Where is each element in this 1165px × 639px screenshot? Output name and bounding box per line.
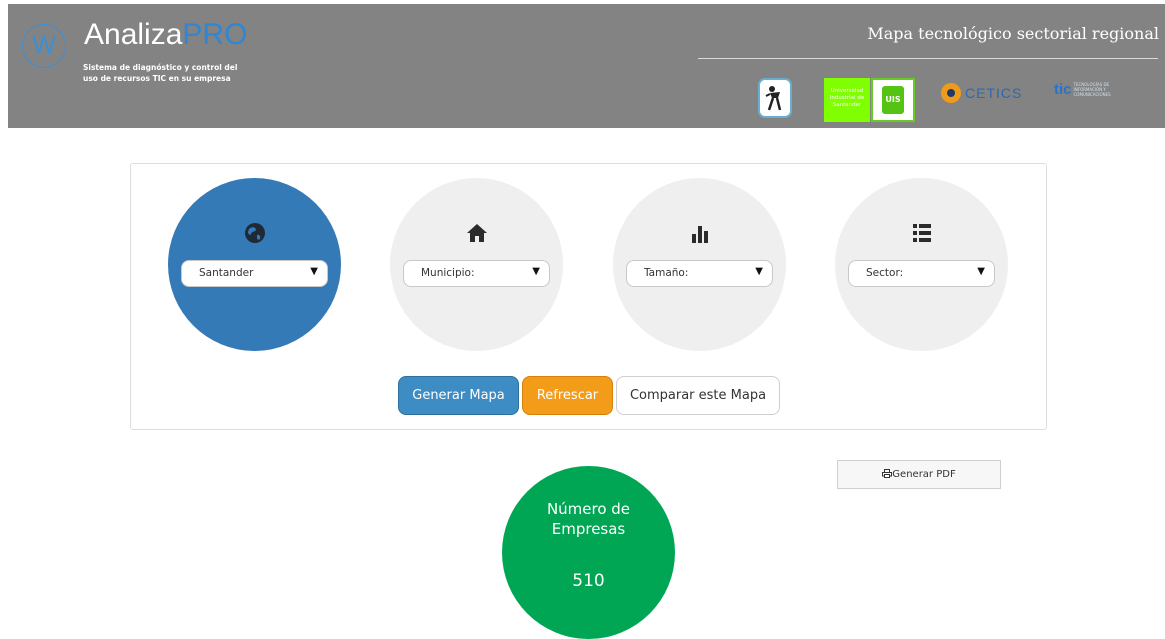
filter-sector: Sector: ▼	[835, 178, 1008, 351]
tamano-select[interactable]: Tamaño: ▼	[626, 260, 773, 287]
generate-pdf-button[interactable]: Generar PDF	[837, 460, 1001, 489]
app-header: W AnalizaPRO Sistema de diagnóstico y co…	[8, 4, 1165, 128]
refresh-button[interactable]: Refrescar	[522, 376, 613, 415]
tagline: Sistema de diagnóstico y control del uso…	[83, 63, 238, 83]
generate-map-button[interactable]: Generar Mapa	[398, 376, 519, 415]
chevron-down-icon: ▼	[977, 266, 985, 277]
printer-icon	[882, 461, 893, 489]
logo-icon[interactable]: W	[22, 24, 66, 68]
company-count-stat: Número de Empresas 510	[502, 466, 675, 639]
uis-logo-icon[interactable]: UIS	[871, 78, 915, 122]
chevron-down-icon: ▼	[532, 266, 540, 277]
compare-map-button[interactable]: Comparar este Mapa	[616, 376, 780, 415]
sector-select[interactable]: Sector: ▼	[848, 260, 995, 287]
brand-name[interactable]: AnalizaPRO	[84, 18, 247, 52]
chevron-down-icon: ▼	[310, 266, 318, 277]
filter-region: Santander ▼	[168, 178, 341, 351]
region-select[interactable]: Santander ▼	[181, 260, 328, 287]
stat-value: 510	[572, 571, 605, 591]
brand-accent: PRO	[182, 18, 248, 51]
chevron-down-icon: ▼	[755, 266, 763, 277]
list-icon	[835, 222, 1008, 246]
filter-panel: Santander ▼ Municipio: ▼ Tamaño: ▼ Secto…	[130, 163, 1047, 430]
municipio-select[interactable]: Municipio: ▼	[403, 260, 550, 287]
tic-logo[interactable]: tic TECNOLOGÍAS DE INFORMACIÓN Y COMUNIC…	[1054, 80, 1134, 98]
cetics-icon	[941, 83, 961, 103]
filter-tamano: Tamaño: ▼	[613, 178, 786, 351]
home-icon	[390, 222, 563, 246]
bar-chart-icon	[613, 222, 786, 246]
cetics-logo[interactable]: CETICS	[941, 82, 1022, 104]
globe-icon	[168, 222, 341, 246]
page-title: Mapa tecnológico sectorial regional	[867, 24, 1159, 43]
stat-label: Número de Empresas	[546, 500, 631, 538]
brand-main: Analiza	[84, 18, 183, 51]
uis-text-logo[interactable]: Universidad Industrial de Santander	[824, 78, 870, 122]
header-divider	[698, 58, 1158, 59]
ministry-logo-icon[interactable]	[758, 78, 792, 118]
uis-mark: UIS	[882, 86, 904, 114]
filter-municipio: Municipio: ▼	[390, 178, 563, 351]
